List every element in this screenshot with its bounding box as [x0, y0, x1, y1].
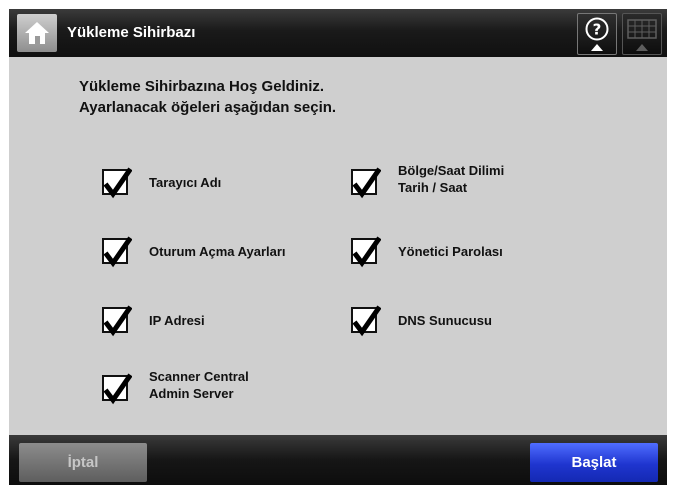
dns-server-checkbox[interactable] [351, 305, 381, 337]
region-time-label-line1: Bölge/Saat Dilimi [398, 163, 505, 178]
logon-settings-checkbox[interactable] [102, 236, 132, 268]
ip-address-label: IP Adresi [149, 313, 205, 328]
checkmark-icon [352, 236, 381, 268]
scanner-central-checkbox[interactable] [102, 373, 132, 405]
checkmark-icon [103, 167, 132, 199]
scanner-name-checkbox[interactable] [102, 167, 132, 199]
setup-wizard-window: Yükleme Sihirbazı ? Yükleme Sihirbazına … [9, 9, 667, 485]
home-icon [25, 22, 49, 44]
scanner-central-label-line1: Scanner Central [149, 369, 249, 384]
checkmark-icon [103, 305, 132, 337]
admin-password-label: Yönetici Parolası [398, 244, 503, 259]
cancel-button[interactable]: İptal [19, 443, 147, 482]
region-time-checkbox[interactable] [351, 167, 381, 199]
help-button[interactable]: ? [577, 13, 617, 55]
keyboard-icon [627, 19, 657, 51]
home-button[interactable] [17, 14, 57, 52]
scanner-central-label-line2: Admin Server [149, 386, 234, 401]
instruction-text: Ayarlanacak öğeleri aşağıdan seçin. [79, 99, 337, 116]
title-bar: Yükleme Sihirbazı ? [9, 9, 667, 57]
footer-bar: İptal Başlat [9, 435, 667, 485]
checkmark-icon [103, 373, 132, 405]
checkmark-icon [103, 236, 132, 268]
logon-settings-label: Oturum Açma Ayarları [149, 244, 286, 259]
start-button[interactable]: Başlat [530, 443, 658, 482]
checkmark-icon [352, 167, 381, 199]
admin-password-checkbox[interactable] [351, 236, 381, 268]
keyboard-button[interactable] [622, 13, 662, 55]
help-icon: ? [585, 17, 609, 51]
svg-text:?: ? [593, 21, 602, 39]
window-title: Yükleme Sihirbazı [67, 24, 196, 41]
region-time-label-line2: Tarih / Saat [398, 180, 468, 195]
ip-address-checkbox[interactable] [102, 305, 132, 337]
welcome-text: Yükleme Sihirbazına Hoş Geldiniz. [79, 78, 325, 95]
wizard-content: Yükleme Sihirbazına Hoş Geldiniz. Ayarla… [9, 57, 667, 435]
scanner-name-label: Tarayıcı Adı [149, 175, 222, 190]
dns-server-label: DNS Sunucusu [398, 313, 492, 328]
checkmark-icon [352, 305, 381, 337]
